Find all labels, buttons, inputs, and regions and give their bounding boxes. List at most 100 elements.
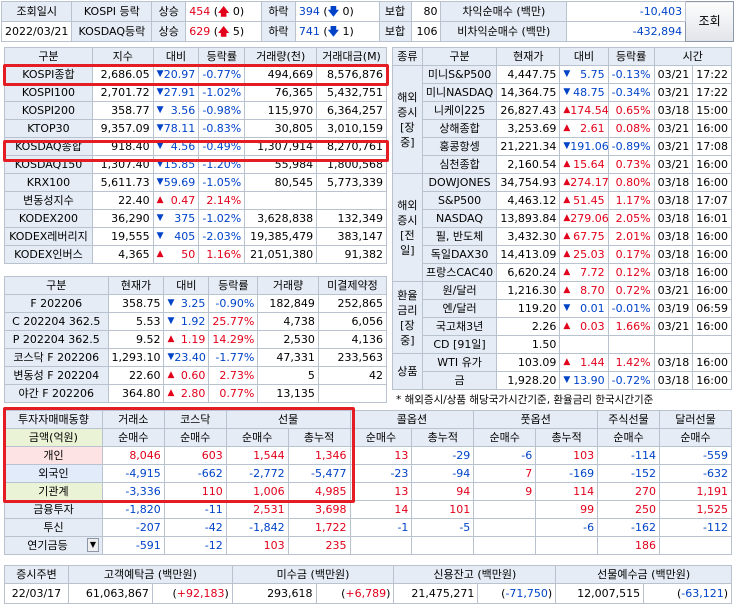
world-date: 03/18 bbox=[653, 191, 694, 210]
investor-value: -11 bbox=[163, 500, 227, 519]
futures-row[interactable]: 변동성 F 202204 22.60 ▲ 0.60 2.73% 5 42 bbox=[4, 366, 388, 385]
investor-value: -1,820 bbox=[101, 500, 165, 519]
world-change: ▼ 0.01 bbox=[559, 299, 609, 318]
query-date[interactable]: 2022/03/21 bbox=[0, 21, 73, 42]
investor-value bbox=[659, 536, 732, 555]
investor-value: -169 bbox=[535, 464, 599, 483]
up-label: 상승 bbox=[151, 1, 187, 22]
world-time: 16:00 bbox=[692, 263, 732, 282]
investor-row[interactable]: 외국인 -4,915 -662 -2,772 -5,477 -23 -94 7 -169 -152… bbox=[4, 464, 732, 483]
index-name: KOSPI100 bbox=[4, 83, 93, 102]
investor-value: -3,336 bbox=[101, 482, 165, 501]
investor-row[interactable]: 개인 8,046 603 1,544 1,346 13 -29 -6 103 -114 -559 bbox=[4, 446, 732, 465]
index-row[interactable]: KOSDAQ150 1,307.40 ▼ 15.85 -1.20% 55,984 1,800… bbox=[4, 155, 387, 174]
world-date: 03/18 bbox=[653, 245, 694, 264]
investor-value: -162 bbox=[597, 518, 661, 537]
world-row[interactable]: S&P500 4,463.12 ▲ 51.45 1.17% 03/18 17:07 bbox=[393, 191, 732, 210]
world-row[interactable]: CD [91일] 1.50 bbox=[393, 335, 732, 354]
index-row[interactable]: 변동성지수 22.40 ▲ 0.47 2.14% bbox=[4, 191, 387, 210]
world-row[interactable]: 환율 금리 [장중] 원/달러 1,216.30 ▲ 8.70 0.72% 03/21 16:… bbox=[392, 281, 732, 354]
index-amount bbox=[316, 191, 387, 210]
world-row[interactable]: 금 1,928.20 ▼ 13.90 -0.72% 03/18 16:00 bbox=[393, 371, 732, 390]
world-row[interactable]: 해외 증시 [장중] 미니S&P500 4,447.75 ▼ 5.75 -0.13% 03/… bbox=[392, 65, 732, 174]
investor-row[interactable]: 금융투자 -1,820 -11 2,531 3,698 14 101 99 250 1,525 bbox=[4, 500, 732, 519]
world-time: 16:00 bbox=[692, 245, 732, 264]
index-row[interactable]: KTOP30 9,357.09 ▼ 78.11 -0.83% 30,805 3,010,15… bbox=[4, 119, 387, 138]
investor-subheader: 순매수 bbox=[597, 428, 661, 447]
world-rate: -0.72% bbox=[607, 371, 655, 390]
futures-row[interactable]: 코스닥 F 202206 1,293.10 ▼ 23.40 -1.77% 47,331 23… bbox=[4, 348, 388, 367]
world-value: 4,463.12 bbox=[496, 191, 561, 210]
world-value: 1,216.30 bbox=[496, 281, 561, 300]
futures-row[interactable]: P 202204 362.5 9.52 ▲ 1.19 14.29% 2,530 4,136 bbox=[4, 330, 388, 349]
arrow-down-icon: ▼ bbox=[156, 123, 164, 133]
futures-name: C 202204 362.5 bbox=[4, 312, 109, 331]
world-name: 프랑스CAC40 bbox=[421, 263, 498, 282]
index-value: 22.40 bbox=[91, 191, 154, 210]
arrow-up-icon: ▲ bbox=[563, 285, 571, 295]
world-date: 03/19 bbox=[653, 299, 694, 318]
index-rate: -0.83% bbox=[198, 119, 246, 138]
world-time: 17:22 bbox=[692, 65, 732, 84]
up-label: 상승 bbox=[151, 21, 187, 42]
index-row[interactable]: KOSPI100 2,701.72 ▼ 27.91 -1.02% 76,365 5,432,… bbox=[4, 83, 387, 102]
index-row[interactable]: KOSDAQ종합 918.40 ▼ 4.56 -0.49% 1,307,914 8,270,… bbox=[4, 137, 387, 156]
world-time: 16:01 bbox=[692, 209, 732, 228]
world-row[interactable]: 해외 증시 [전일] DOWJONES 34,754.93 ▲ 274.17 0.80% 0… bbox=[392, 173, 732, 282]
world-row[interactable]: 독일DAX30 14,413.09 ▲ 25.03 0.17% 03/18 16:00 bbox=[393, 245, 732, 264]
world-row[interactable]: 필, 반도체 3,432.30 ▲ 67.75 2.01% 03/18 16:00 bbox=[393, 227, 732, 246]
world-row[interactable]: 니케이225 26,827.43 ▲ 174.54 0.65% 03/18 15:00 bbox=[393, 101, 732, 120]
summary-header: 조회일시 KOSPI 등락 상승 454 (🡅 0) 하락 394 (🡇 0) … bbox=[0, 1, 734, 42]
index-amount: 132,349 bbox=[316, 209, 387, 228]
world-date: 03/21 bbox=[653, 65, 694, 84]
futures-volume: 13,135 bbox=[257, 384, 319, 403]
index-value: 4,365 bbox=[91, 245, 154, 264]
futures-open-interest: 6,056 bbox=[317, 312, 388, 331]
world-row[interactable]: NASDAQ 13,893.84 ▲ 279.06 2.05% 03/18 16:01 bbox=[393, 209, 732, 228]
index-row[interactable]: KODEX200 36,290 ▼ 375 -1.02% 3,628,838 132,349 bbox=[4, 209, 387, 228]
investor-name[interactable]: 연기금등 ▼ bbox=[4, 536, 103, 555]
investor-value: 9 bbox=[473, 482, 537, 501]
world-time: 17:22 bbox=[692, 83, 732, 102]
investor-name: 외국인 bbox=[4, 464, 103, 483]
investor-value: -1 bbox=[349, 518, 413, 537]
chevron-down-icon[interactable]: ▼ bbox=[86, 538, 99, 552]
futures-row[interactable]: 야간 F 202206 364.80 ▲ 2.80 0.77% 13,135 bbox=[4, 384, 388, 403]
index-row[interactable]: KOSPI200 358.77 ▼ 3.56 -0.98% 115,970 6,364,25… bbox=[4, 101, 387, 120]
world-change: ▲ 279.06 bbox=[559, 209, 609, 228]
index-rate: -1.02% bbox=[198, 209, 246, 228]
investor-value: -5,477 bbox=[287, 464, 351, 483]
index-row[interactable]: KODEX인버스 4,365 ▲ 50 1.16% 21,051,380 91,382 bbox=[4, 245, 387, 264]
query-button[interactable]: 조회 bbox=[685, 1, 734, 42]
index-row[interactable]: KRX100 5,611.73 ▼ 59.69 -1.05% 80,545 5,773,33… bbox=[4, 173, 387, 192]
index-row[interactable]: KOSPI종합 2,686.05 ▼ 20.97 -0.77% 494,669 8,576,… bbox=[4, 65, 387, 84]
world-row[interactable]: 상해종합 3,253.69 ▲ 2.61 0.08% 03/21 16:00 bbox=[393, 119, 732, 138]
world-time: 06:59 bbox=[692, 299, 732, 318]
world-time: 17:08 bbox=[692, 137, 732, 156]
world-rate: 1.17% bbox=[607, 191, 655, 210]
investor-name: 기관계 bbox=[4, 482, 103, 501]
futures-deposit-value: 12,007,515 bbox=[555, 583, 645, 604]
world-row[interactable]: 프랑스CAC40 6,620.24 ▲ 7.72 0.12% 03/18 16:00 bbox=[393, 263, 732, 282]
arrow-up-icon: ▲ bbox=[563, 321, 571, 331]
investor-value: 103 bbox=[535, 446, 599, 465]
investor-row[interactable]: 기관계 -3,336 110 1,006 4,985 13 94 9 114 270 1,191 bbox=[4, 482, 732, 501]
index-volume: 30,805 bbox=[244, 119, 318, 138]
world-row[interactable]: 국고채3년 2.26 ▲ 0.03 1.66% 03/21 16:00 bbox=[393, 317, 732, 336]
arrow-up-icon: 🡅 bbox=[218, 25, 230, 38]
arrow-down-icon: ▼ bbox=[563, 69, 571, 79]
futures-row[interactable]: F 202206 358.75 ▼ 3.25 -0.90% 182,849 252,865 bbox=[4, 294, 388, 313]
world-row[interactable]: 엔/달러 119.20 ▼ 0.01 -0.01% 03/19 06:59 bbox=[393, 299, 732, 318]
investor-row[interactable]: 투신 -207 -42 -1,842 1,722 -1 -5 -6 -162 -112 bbox=[4, 518, 732, 537]
world-group-label: 해외 증시 [전일] bbox=[392, 173, 423, 282]
futures-row[interactable]: C 202204 362.5 5.53 ▼ 1.92 25.77% 4,738 6,056 bbox=[4, 312, 388, 331]
world-row[interactable]: 상품 WTI 유가 103.09 ▲ 1.44 1.42% 03/18 16:00 bbox=[392, 353, 732, 390]
world-row[interactable]: 홍콩항셍 21,221.34 ▼ 191.06 -0.89% 03/21 17:08 bbox=[393, 137, 732, 156]
index-change: ▼ 20.97 bbox=[152, 65, 200, 84]
investor-value: 270 bbox=[597, 482, 661, 501]
world-row[interactable]: 심천종합 2,160.54 ▲ 15.64 0.73% 03/21 16:00 bbox=[393, 155, 732, 174]
world-name: 국고채3년 bbox=[421, 317, 498, 336]
world-row[interactable]: 미니NASDAQ 14,364.75 ▼ 48.75 -0.34% 03/21 17:22 bbox=[393, 83, 732, 102]
investor-row[interactable]: 연기금등 ▼ -591 -12 103 235 186 bbox=[4, 536, 732, 555]
index-row[interactable]: KODEX레버리지 19,555 ▼ 405 -2.03% 19,385,479 383,1… bbox=[4, 227, 387, 246]
